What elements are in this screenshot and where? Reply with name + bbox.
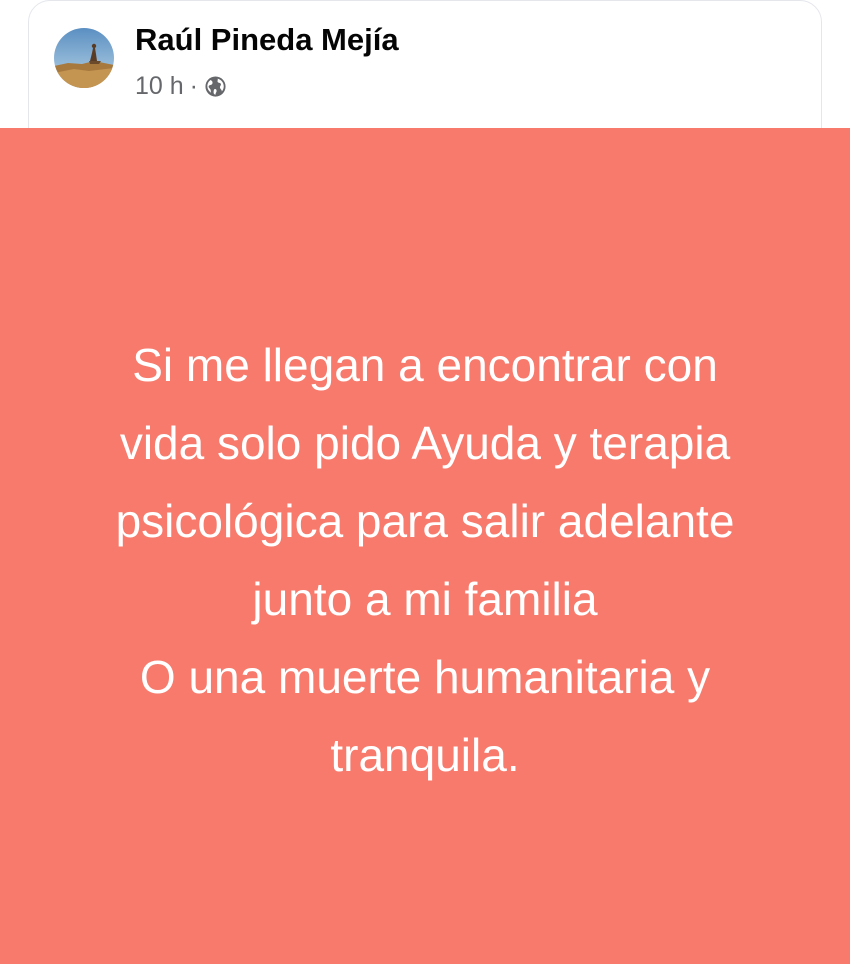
status-post-text: Si me llegan a encontrar con vida solo p… bbox=[30, 326, 820, 794]
avatar-image bbox=[54, 28, 114, 88]
post-meta: 10 h · bbox=[135, 69, 227, 103]
status-line: Si me llegan a encontrar con bbox=[132, 339, 718, 391]
author-avatar[interactable] bbox=[54, 28, 114, 88]
author-name[interactable]: Raúl Pineda Mejía bbox=[135, 22, 399, 58]
post-time[interactable]: 10 h bbox=[135, 72, 184, 101]
globe-icon[interactable] bbox=[204, 75, 227, 98]
status-line: O una muerte humanitaria y bbox=[139, 651, 711, 703]
status-line: junto a mi familia bbox=[252, 573, 598, 625]
meta-separator: · bbox=[189, 71, 198, 100]
status-line: tranquila. bbox=[330, 729, 520, 781]
status-post-background: Si me llegan a encontrar con vida solo p… bbox=[0, 128, 850, 964]
status-line: vida solo pido Ayuda y terapia bbox=[119, 417, 731, 469]
status-line: psicológica para salir adelante bbox=[115, 495, 735, 547]
